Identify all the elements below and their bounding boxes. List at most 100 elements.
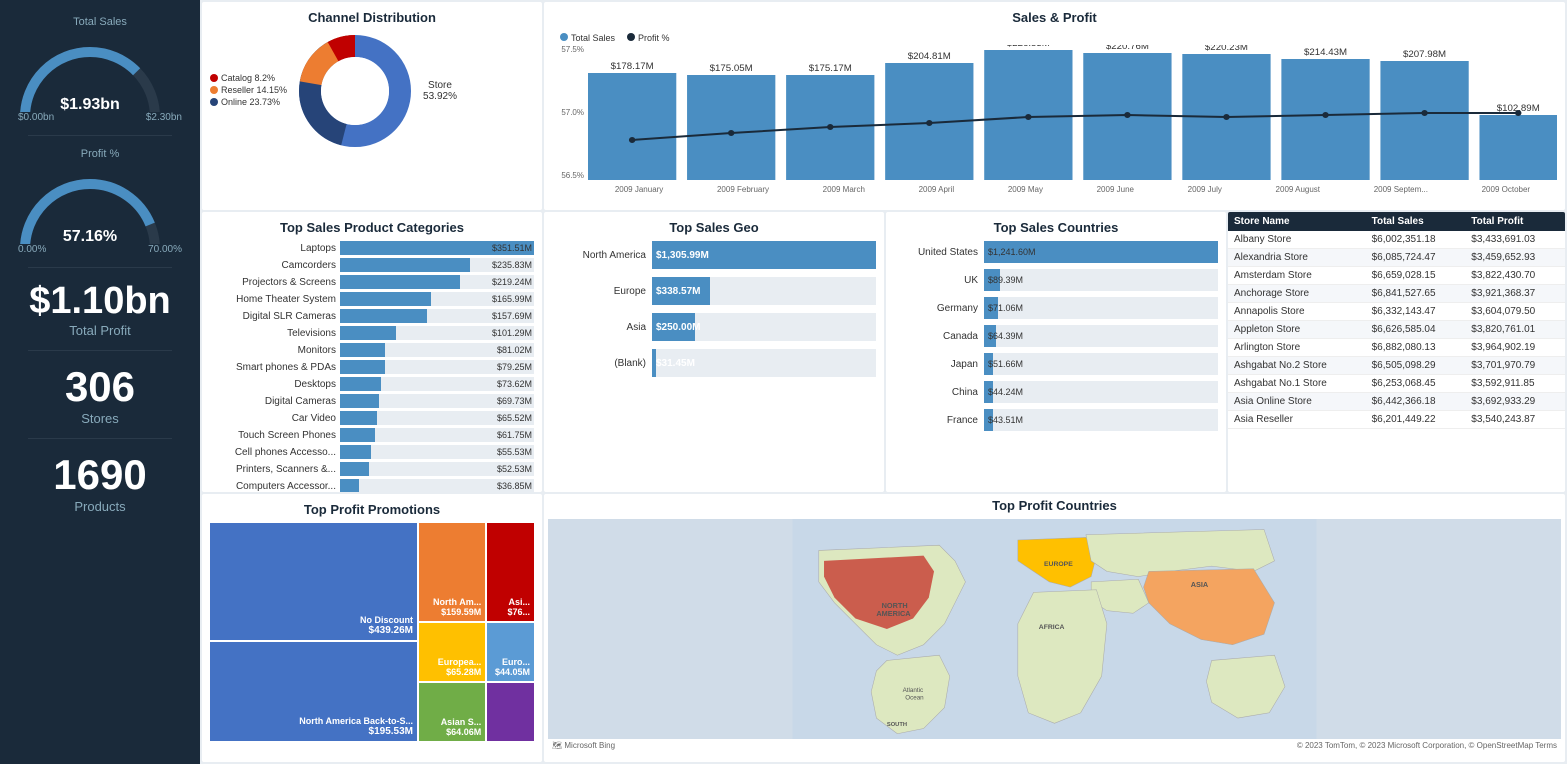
- store-table-wrapper[interactable]: Store Name Total Sales Total Profit Alba…: [1228, 212, 1565, 492]
- country-bar-outer: $43.51M: [984, 409, 1218, 431]
- store-sales-cell: $6,253,068.45: [1366, 375, 1466, 393]
- store-profit-cell: $3,592,911.85: [1465, 375, 1565, 393]
- europea-cell[interactable]: Europea... $65.28M: [419, 623, 485, 681]
- svg-text:$214.43M: $214.43M: [1304, 47, 1347, 57]
- country-item[interactable]: Japan $51.66M: [894, 353, 1218, 375]
- store-sales-cell: $6,841,527.65: [1366, 285, 1466, 303]
- divider-3: [28, 350, 172, 351]
- table-row[interactable]: Albany Store $6,002,351.18 $3,433,691.03: [1228, 231, 1565, 249]
- sales-chart-wrapper: 57.5% 57.0% 56.5%: [552, 45, 1557, 200]
- products-label: Products: [53, 499, 146, 514]
- geo-label: (Blank): [552, 358, 652, 369]
- total-sales-card: Total Sales $1.93bn $0.00bn $2.30bn: [10, 16, 190, 123]
- country-item[interactable]: Germany $71.06M: [894, 297, 1218, 319]
- country-item[interactable]: France $43.51M: [894, 409, 1218, 431]
- products-metric: 1690 Products: [53, 451, 146, 514]
- sales-bars-svg: $178.17M $175.05M $175.17M $204.81M $226…: [588, 45, 1557, 180]
- country-item[interactable]: United States $1,241.60M: [894, 241, 1218, 263]
- profit-gauge-value: 57.16%: [63, 228, 117, 244]
- table-row[interactable]: Anchorage Store $6,841,527.65 $3,921,368…: [1228, 285, 1565, 303]
- category-item[interactable]: Camcorders $235.83M: [210, 258, 534, 272]
- treemap-right: North Am... $159.59M Asi... $76... Europ…: [419, 523, 534, 741]
- world-map: NORTH AMERICA Atlantic Ocean AFRICA EURO…: [548, 519, 1561, 739]
- category-item[interactable]: Projectors & Screens $219.24M: [210, 275, 534, 289]
- table-row[interactable]: Ashgabat No.2 Store $6,505,098.29 $3,701…: [1228, 357, 1565, 375]
- online-dot: [210, 98, 218, 106]
- category-item[interactable]: Home Theater System $165.99M: [210, 292, 534, 306]
- category-item[interactable]: Smart phones & PDAs $79.25M: [210, 360, 534, 374]
- category-value: $52.53M: [497, 462, 532, 476]
- na-back-cell[interactable]: North America Back-to-S... $195.53M: [210, 642, 417, 741]
- category-bar-fill: [340, 377, 381, 391]
- top-promotions-title: Top Profit Promotions: [210, 502, 534, 517]
- store-sales-cell: $6,659,028.15: [1366, 267, 1466, 285]
- catalog-dot: [210, 74, 218, 82]
- store-profit-cell: $3,540,243.87: [1465, 411, 1565, 429]
- category-item[interactable]: Desktops $73.62M: [210, 377, 534, 391]
- category-label: Monitors: [210, 345, 340, 356]
- geo-item[interactable]: Asia $250.00M: [552, 313, 876, 341]
- table-row[interactable]: Asia Online Store $6,442,366.18 $3,692,9…: [1228, 393, 1565, 411]
- category-value: $165.99M: [492, 292, 532, 306]
- geo-list: North America $1,305.99M Europe $338.57M…: [552, 241, 876, 377]
- table-row[interactable]: Ashgabat No.1 Store $6,253,068.45 $3,592…: [1228, 375, 1565, 393]
- category-label: Digital Cameras: [210, 396, 340, 407]
- table-row[interactable]: Amsterdam Store $6,659,028.15 $3,822,430…: [1228, 267, 1565, 285]
- asian-s-cell[interactable]: Asian S... $64.06M: [419, 683, 485, 741]
- category-item[interactable]: Digital Cameras $69.73M: [210, 394, 534, 408]
- store-sales-cell: $6,442,366.18: [1366, 393, 1466, 411]
- category-bar-fill: [340, 428, 375, 442]
- store-name-cell: Annapolis Store: [1228, 303, 1366, 321]
- country-item[interactable]: China $44.24M: [894, 381, 1218, 403]
- country-item[interactable]: Canada $64.39M: [894, 325, 1218, 347]
- top-geo-title: Top Sales Geo: [552, 220, 876, 235]
- country-label: Canada: [894, 331, 984, 342]
- svg-text:$220.76M: $220.76M: [1106, 45, 1149, 51]
- category-item[interactable]: Laptops $351.51M: [210, 241, 534, 255]
- category-item[interactable]: Printers, Scanners &... $52.53M: [210, 462, 534, 476]
- country-item[interactable]: UK $89.39M: [894, 269, 1218, 291]
- table-row[interactable]: Alexandria Store $6,085,724.47 $3,459,65…: [1228, 249, 1565, 267]
- table-row[interactable]: Arlington Store $6,882,080.13 $3,964,902…: [1228, 339, 1565, 357]
- category-label: Printers, Scanners &...: [210, 464, 340, 475]
- category-item[interactable]: Computers Accessor... $36.85M: [210, 479, 534, 492]
- no-discount-cell[interactable]: No Discount $439.26M: [210, 523, 417, 640]
- category-item[interactable]: Touch Screen Phones $61.75M: [210, 428, 534, 442]
- store-data-table: Store Name Total Sales Total Profit Alba…: [1228, 212, 1565, 429]
- store-profit-cell: $3,433,691.03: [1465, 231, 1565, 249]
- category-bar-outer: $165.99M: [340, 292, 534, 306]
- purple-cell[interactable]: [487, 683, 534, 741]
- category-item[interactable]: Televisions $101.29M: [210, 326, 534, 340]
- geo-item[interactable]: North America $1,305.99M: [552, 241, 876, 269]
- svg-text:Atlantic: Atlantic: [903, 687, 924, 694]
- category-item[interactable]: Digital SLR Cameras $157.69M: [210, 309, 534, 323]
- country-value: $43.51M: [988, 415, 1023, 425]
- table-row[interactable]: Asia Reseller $6,201,449.22 $3,540,243.8…: [1228, 411, 1565, 429]
- category-bar-outer: $235.83M: [340, 258, 534, 272]
- geo-item[interactable]: Europe $338.57M: [552, 277, 876, 305]
- category-value: $55.53M: [497, 445, 532, 459]
- category-bar-outer: $69.73M: [340, 394, 534, 408]
- treemap-right-top: North Am... $159.59M Asi... $76...: [419, 523, 534, 620]
- category-bar-fill: [340, 360, 385, 374]
- country-bar-outer: $71.06M: [984, 297, 1218, 319]
- channel-dist-panel: Channel Distribution Catalog 8.2% Resell…: [202, 2, 542, 210]
- asia-cell[interactable]: Asi... $76...: [487, 523, 534, 620]
- euro2-cell[interactable]: Euro... $44.05M: [487, 623, 534, 681]
- store-name-cell: Asia Online Store: [1228, 393, 1366, 411]
- category-item[interactable]: Car Video $65.52M: [210, 411, 534, 425]
- map-copyright: © 2023 TomTom, © 2023 Microsoft Corporat…: [1297, 741, 1557, 750]
- map-provider: 🗺 Microsoft Bing: [552, 741, 615, 750]
- category-item[interactable]: Monitors $81.02M: [210, 343, 534, 357]
- category-bar-outer: $157.69M: [340, 309, 534, 323]
- category-bar-fill: [340, 258, 470, 272]
- store-name-header: Store Name: [1228, 212, 1366, 231]
- geo-item[interactable]: (Blank) $31.45M: [552, 349, 876, 377]
- table-row[interactable]: Annapolis Store $6,332,143.47 $3,604,079…: [1228, 303, 1565, 321]
- table-row[interactable]: Appleton Store $6,626,585.04 $3,820,761.…: [1228, 321, 1565, 339]
- svg-text:$207.98M: $207.98M: [1403, 49, 1446, 59]
- category-item[interactable]: Cell phones Accesso... $55.53M: [210, 445, 534, 459]
- profit-pct-card: Profit % 57.16% 0.00% 70.00%: [10, 148, 190, 255]
- north-am-cell[interactable]: North Am... $159.59M: [419, 523, 485, 620]
- reseller-dot: [210, 86, 218, 94]
